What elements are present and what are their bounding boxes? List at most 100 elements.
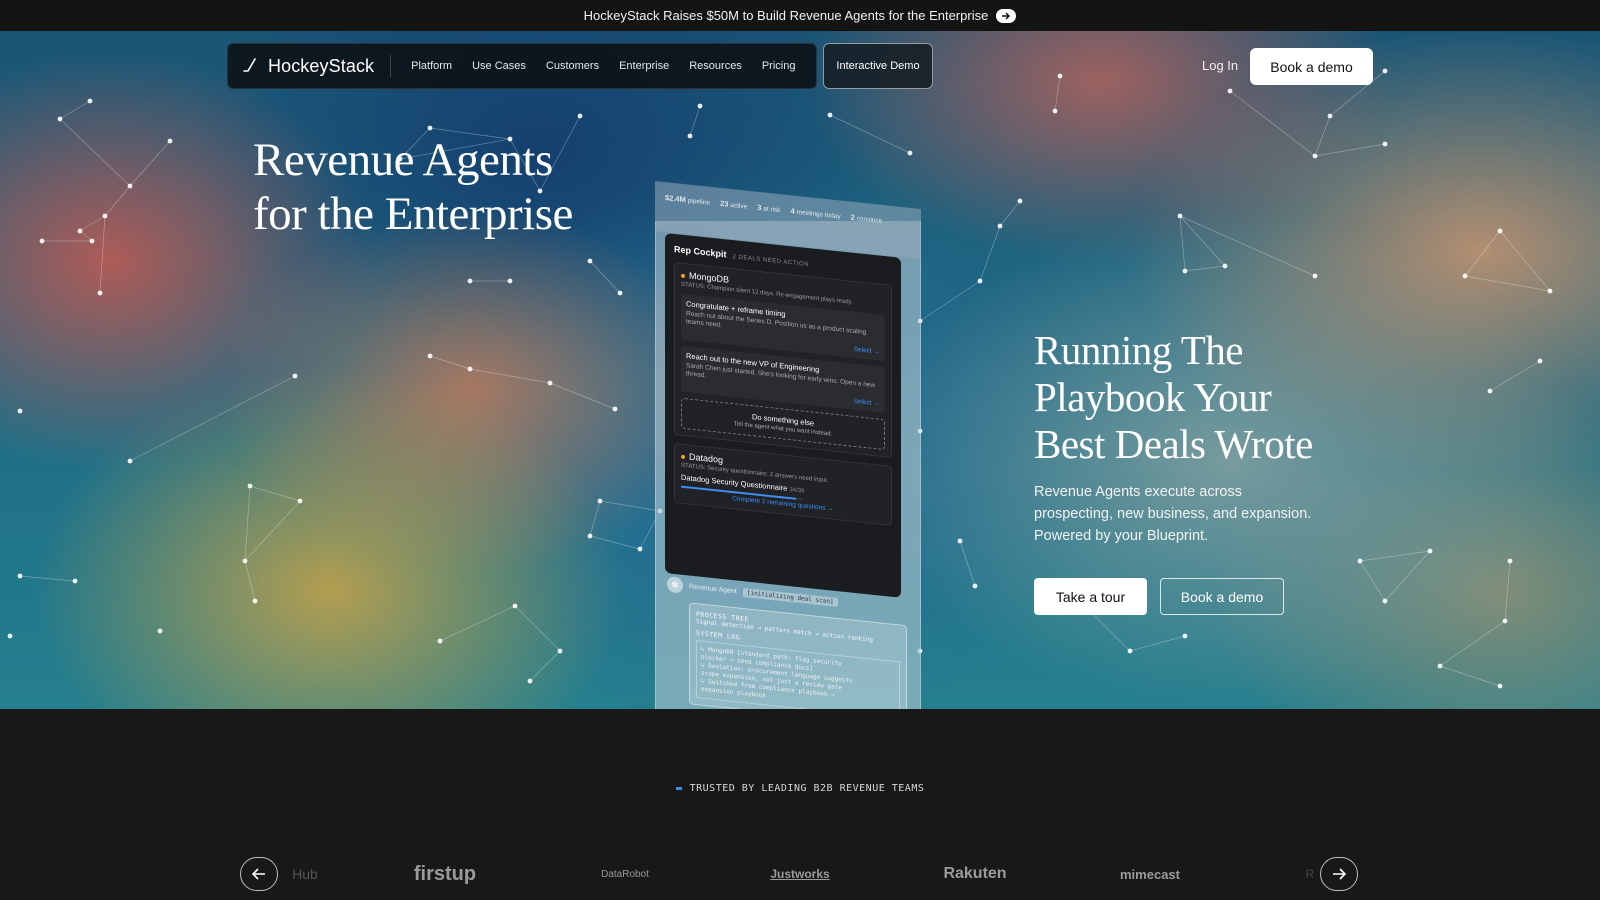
network-node [527, 678, 533, 684]
network-line [429, 355, 471, 370]
network-node [437, 638, 443, 644]
interactive-demo-button[interactable]: Interactive Demo [823, 43, 933, 89]
hero-headline: Revenue Agents for the Enterprise [253, 134, 573, 240]
network-node [467, 278, 473, 284]
network-node [1382, 68, 1388, 74]
network-line [1179, 215, 1226, 267]
nav-link-customers[interactable]: Customers [536, 60, 609, 72]
network-node [1227, 88, 1233, 94]
network-line [469, 368, 551, 384]
network-node [1052, 108, 1058, 114]
network-node [242, 558, 248, 564]
network-line [1179, 215, 1186, 272]
network-node [587, 533, 593, 539]
network-node [17, 573, 23, 579]
network-line [129, 375, 296, 462]
arrow-right-icon [1333, 868, 1346, 880]
network-line [1089, 610, 1131, 652]
network-node [7, 633, 13, 639]
network-line [1464, 275, 1551, 292]
book-demo-nav-button[interactable]: Book a demo [1250, 48, 1373, 85]
logo-firstup: firstup [413, 862, 477, 885]
network-line [59, 100, 91, 120]
network-line [589, 500, 601, 537]
network-node [1547, 288, 1553, 294]
network-node [597, 498, 603, 504]
network-node [1327, 113, 1333, 119]
network-node [547, 380, 553, 386]
network-line [129, 140, 171, 187]
logo-mimecast: mimecast [1120, 866, 1180, 882]
hero-description: Revenue Agents execute across prospectin… [1034, 484, 1312, 544]
hero-subheadline: Running The Playbook Your Best Deals Wro… [1034, 327, 1313, 467]
network-line [1314, 115, 1331, 157]
agent-label: Revenue Agent [689, 582, 737, 595]
network-node [17, 408, 23, 414]
network-node [247, 483, 253, 489]
book-demo-hero-button[interactable]: Book a demo [1160, 578, 1284, 615]
accent-dash [675, 786, 682, 790]
network-node [977, 278, 983, 284]
network-node [957, 538, 963, 544]
network-node [507, 278, 513, 284]
network-line [1384, 550, 1431, 602]
network-line [1229, 90, 1316, 157]
network-node [1177, 213, 1183, 219]
network-node [1497, 228, 1503, 234]
arrow-right-icon[interactable] [996, 8, 1017, 23]
nav-link-platform[interactable]: Platform [401, 60, 462, 72]
take-tour-button[interactable]: Take a tour [1034, 578, 1147, 615]
network-node [1127, 648, 1133, 654]
network-node [1487, 388, 1493, 394]
network-line [959, 540, 976, 587]
network-line [829, 114, 911, 154]
network-node [1502, 618, 1508, 624]
network-node [1312, 153, 1318, 159]
network-node [1382, 141, 1388, 147]
network-node [1182, 268, 1188, 274]
network-node [127, 183, 133, 189]
nav-link-use-cases[interactable]: Use Cases [462, 60, 536, 72]
network-node [39, 238, 45, 244]
network-line [244, 500, 301, 562]
nav-link-enterprise[interactable]: Enterprise [609, 60, 679, 72]
network-line [439, 605, 516, 642]
network-node [127, 458, 133, 464]
nav-link-pricing[interactable]: Pricing [752, 60, 806, 72]
network-line [244, 560, 256, 602]
rep-cockpit: Rep Cockpit2 DEALS NEED ACTION MongoDB S… [665, 233, 901, 598]
network-line [244, 485, 251, 562]
network-node [72, 578, 78, 584]
network-line [79, 215, 106, 232]
deal-card-mongodb: MongoDB STATUS: Champion silent 12 days.… [674, 261, 892, 458]
logo-partial: R [1305, 867, 1315, 881]
brand-name: HockeyStack [268, 55, 375, 76]
carousel-next-button[interactable] [1320, 857, 1358, 891]
network-node [1357, 558, 1363, 564]
hockey-stick-icon [243, 58, 256, 72]
trusted-by-label: TRUSTED BY LEADING B2B REVENUE TEAMS [0, 783, 1600, 794]
network-node [687, 133, 693, 139]
network-node [292, 373, 298, 379]
network-node [637, 546, 643, 552]
network-line [1504, 560, 1511, 622]
nav-link-resources[interactable]: Resources [679, 60, 752, 72]
announcement-text[interactable]: HockeyStack Raises $50M to Build Revenue… [584, 8, 989, 23]
network-line [1499, 230, 1551, 292]
cockpit-subtitle: 2 DEALS NEED ACTION [732, 254, 810, 269]
hero-section: HockeyStack Platform Use Cases Customers… [0, 31, 1600, 709]
network-node [1507, 558, 1513, 564]
announcement-bar[interactable]: HockeyStack Raises $50M to Build Revenue… [0, 0, 1600, 31]
brand-logo[interactable]: HockeyStack [228, 55, 392, 77]
network-node [972, 583, 978, 589]
login-link[interactable]: Log In [1202, 58, 1238, 73]
network-node [587, 258, 593, 264]
network-line [589, 260, 621, 294]
network-line [1359, 550, 1431, 562]
logo-datarobot: DataRobot [601, 868, 649, 880]
logo-justworks: Justworks [770, 867, 830, 881]
network-line [549, 382, 616, 410]
network-node [1222, 263, 1228, 269]
network-line [1184, 265, 1226, 272]
network-line [1439, 665, 1501, 687]
